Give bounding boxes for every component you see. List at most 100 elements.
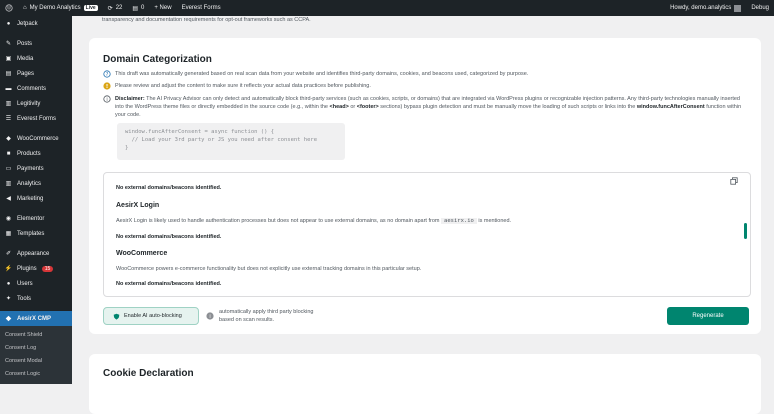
submenu-item-consent-analytics[interactable]: Consent Analytics	[0, 380, 72, 385]
sidebar-item-appearance[interactable]: ✐ Appearance	[0, 246, 72, 261]
result-none-1: No external domains/beacons identified.	[116, 185, 222, 191]
sidebar-item-label: Pages	[17, 70, 35, 77]
sidebar-item-legitivity[interactable]: ▥ Legitivity	[0, 96, 72, 111]
sidebar-item-pages[interactable]: ▤ Pages	[0, 66, 72, 81]
disclaimer-function-name: window.funcAfterConsent	[636, 104, 705, 110]
sidebar-item-jetpack[interactable]: ● Jetpack	[0, 16, 72, 31]
chart-icon: ▥	[5, 101, 12, 107]
sidebar-item-label: Users	[17, 280, 33, 287]
results-panel[interactable]: No external domains/beacons identified. …	[103, 172, 751, 297]
sidebar-item-label: Elementor	[17, 215, 45, 222]
box-icon: ■	[6, 150, 11, 157]
new-content-link[interactable]: + New	[149, 0, 176, 16]
wp-logo-icon[interactable]: W	[0, 0, 18, 16]
warning-note: ! Please review and adjust the content t…	[103, 82, 703, 90]
sidebar-item-label: Marketing	[17, 195, 44, 202]
sidebar-item-tools[interactable]: ✦ Tools	[0, 291, 72, 306]
result-desc-aesirx-login: AesirX Login is likely used to handle au…	[116, 218, 511, 224]
sidebar-item-label: Jetpack	[17, 20, 38, 27]
sidebar-item-aesirx-cmp[interactable]: AesirX CMP	[0, 311, 72, 326]
submenu-item-consent-logic[interactable]: Consent Logic	[0, 367, 72, 380]
sidebar-item-products[interactable]: ■ Products	[0, 146, 72, 161]
info-icon: i	[103, 95, 111, 103]
svg-text:i: i	[106, 97, 107, 103]
disclaimer-label: Disclaimer:	[115, 96, 145, 102]
result-none-3: No external domains/beacons identified.	[116, 281, 222, 287]
ai-auto-blocking-toggle[interactable]: Enable AI auto-blocking	[103, 307, 199, 325]
result-heading-aesirx-login: AesirX Login	[116, 202, 160, 209]
plugin-label: Everest Forms	[181, 5, 221, 11]
updates-count: 22	[115, 5, 123, 11]
section-title: Domain Categorization	[103, 54, 212, 65]
plugins-count-badge: 15	[41, 265, 54, 272]
question-icon: ?	[103, 70, 111, 78]
site-name-link[interactable]: ⌂ My Demo Analytics Live	[18, 0, 103, 16]
sidebar-item-marketing[interactable]: ◀ Marketing	[0, 191, 72, 206]
warning-icon: !	[103, 82, 111, 90]
comments-count: 0	[141, 5, 145, 11]
sidebar-item-payments[interactable]: ▭ Payments	[0, 161, 72, 176]
sidebar-item-media[interactable]: ▣ Media	[0, 51, 72, 66]
megaphone-icon: ◀	[6, 196, 11, 202]
sidebar-item-templates[interactable]: ▦ Templates	[0, 226, 72, 241]
desc1-part-a: AesirX Login is likely used to handle au…	[116, 218, 440, 224]
auto-blocking-info: automatically apply third party blocking…	[219, 309, 314, 323]
user-icon: ●	[6, 280, 11, 287]
page-icon: ▤	[5, 71, 12, 77]
updates-link[interactable]: ⟳ 22	[103, 0, 128, 16]
sidebar-item-label: Payments	[17, 165, 44, 172]
sidebar-item-plugins[interactable]: ⚡ Plugins 15	[0, 261, 72, 276]
updates-icon: ⟳	[107, 5, 113, 12]
submenu-item-consent-log[interactable]: Consent Log	[0, 341, 72, 354]
sidebar-item-everest-forms[interactable]: ☰ Everest Forms	[0, 111, 72, 126]
submenu-item-consent-shield[interactable]: Consent Shield	[0, 328, 72, 341]
sidebar-item-users[interactable]: ● Users	[0, 276, 72, 291]
page-scrollbar[interactable]	[769, 16, 774, 384]
sidebar-item-comments[interactable]: ▬ Comments	[0, 81, 72, 96]
svg-text:i: i	[209, 314, 210, 320]
disclaimer-part-3: sections) bypass plugin detection and mu…	[380, 104, 532, 110]
howdy-account-menu[interactable]: Howdy, demo.analytics	[665, 0, 746, 16]
toggle-label: Enable AI auto-blocking	[124, 313, 182, 319]
sidebar-item-label: Templates	[17, 230, 45, 237]
sidebar-item-label: Products	[17, 150, 41, 157]
sidebar-item-elementor[interactable]: ◉ Elementor	[0, 211, 72, 226]
warning-note-text: Please review and adjust the content to …	[115, 83, 371, 89]
media-icon: ▣	[5, 56, 12, 62]
plugin-link[interactable]: Everest Forms	[177, 0, 226, 16]
svg-text:!: !	[106, 84, 109, 90]
sidebar-item-posts[interactable]: ✎ Posts	[0, 36, 72, 51]
debug-label: Debug	[751, 5, 769, 11]
wrench-icon: ✦	[5, 296, 12, 302]
debug-link[interactable]: Debug	[746, 0, 774, 16]
info-icon: i	[206, 312, 214, 320]
howdy-label: Howdy, demo.analytics	[670, 5, 732, 11]
sidebar-item-label: Tools	[17, 295, 32, 302]
avatar	[734, 4, 742, 12]
home-icon: ⌂	[23, 5, 27, 11]
intro-text-tail: transparency and documentation requireme…	[102, 17, 311, 23]
results-scrollbar[interactable]	[744, 223, 747, 239]
disclaimer-footer-tag: <footer>	[356, 104, 379, 110]
submenu-item-consent-modal[interactable]: Consent Modal	[0, 354, 72, 367]
comments-link[interactable]: ▤ 0	[127, 0, 149, 16]
copy-icon[interactable]	[730, 177, 738, 185]
comment-icon: ▤	[132, 5, 139, 12]
folder-icon: ▦	[5, 231, 12, 237]
sidebar-item-label: Analytics	[17, 180, 42, 187]
sidebar-item-woocommerce[interactable]: ◆ WooCommerce	[0, 131, 72, 146]
plug-icon: ⚡	[4, 266, 13, 272]
sidebar-item-label: AesirX CMP	[17, 315, 52, 322]
site-name: My Demo Analytics	[29, 5, 81, 11]
result-heading-woocommerce: WooCommerce	[116, 250, 168, 257]
admin-bar: W ⌂ My Demo Analytics Live ⟳ 22 ▤ 0 + Ne…	[0, 0, 774, 16]
disclaimer-or: or	[350, 104, 356, 110]
brush-icon: ✐	[5, 251, 12, 257]
sidebar-item-label: Legitivity	[17, 100, 41, 107]
disclaimer-note: i Disclaimer: The AI Privacy Advisor can…	[103, 95, 743, 119]
sidebar-item-analytics[interactable]: ▥ Analytics	[0, 176, 72, 191]
sidebar-item-label: Everest Forms	[17, 115, 57, 122]
chart-icon: ▥	[5, 181, 12, 187]
regenerate-button[interactable]: Regenerate	[667, 307, 749, 325]
aesirx-icon	[5, 315, 12, 322]
